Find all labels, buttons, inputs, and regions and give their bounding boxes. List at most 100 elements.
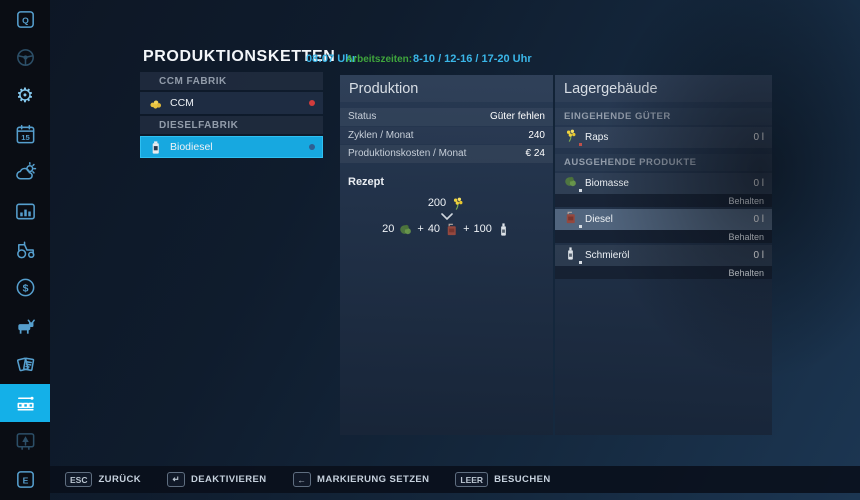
factory-group-header: CCM FABRIK: [140, 72, 323, 90]
production-info-rows: Status Güter fehlen Zyklen / Monat 240 P…: [340, 108, 553, 163]
map-tree-icon: [14, 430, 37, 453]
storage-item-schmieroel: Schmieröl 0 l Behalten: [555, 245, 772, 279]
storage-row[interactable]: Biomasse 0 l: [555, 173, 772, 194]
sidebar-item-weather[interactable]: [0, 154, 50, 192]
factory-label: CCM: [170, 97, 309, 109]
visit-button-label: BESUCHEN: [494, 474, 551, 485]
sidebar-item-finances[interactable]: $: [0, 269, 50, 307]
contracts-icon: [14, 353, 37, 376]
storage-item-amount: 0 l: [753, 214, 764, 225]
production-chains-screen: Q ⚙ 15: [0, 0, 860, 500]
diesel-icon: [444, 222, 459, 237]
corn-icon: [148, 96, 163, 111]
deactivate-button-label: DEAKTIVIEREN: [191, 474, 267, 485]
plus-sign: +: [463, 223, 469, 235]
recipe-label: Rezept: [348, 176, 553, 188]
storage-item-label: Schmieröl: [585, 250, 746, 261]
factory-group-header: DIESELFABRIK: [140, 116, 323, 134]
recipe-input-amount: 40: [428, 223, 440, 235]
factory-row-biodiesel[interactable]: Biodiesel: [140, 136, 323, 158]
sidebar-item-vehicle[interactable]: [0, 38, 50, 76]
alert-dot: [309, 100, 315, 106]
distribution-mode-toggle[interactable]: Behalten: [555, 266, 772, 279]
biodiesel-icon: [148, 140, 163, 155]
sidebar-item-settings[interactable]: ⚙: [0, 77, 50, 115]
storage-item-diesel: Diesel 0 l Behalten: [555, 209, 772, 243]
gear-icon: ⚙: [16, 86, 34, 106]
storage-item-amount: 0 l: [753, 132, 764, 143]
info-label: Zyklen / Monat: [348, 130, 414, 141]
production-panel: Produktion Status Güter fehlen Zyklen / …: [340, 75, 553, 435]
storage-item-label: Diesel: [585, 214, 746, 225]
enter-keycap: ↵: [167, 472, 185, 487]
work-hours-label: Arbeitszeiten:: [346, 54, 412, 65]
space-keycap: LEER: [455, 472, 488, 487]
recipe-input-amount: 100: [474, 223, 492, 235]
storage-item-amount: 0 l: [753, 250, 764, 261]
recipe-inputs: 20 + 40 + 100: [340, 222, 553, 237]
statistics-icon: [14, 200, 37, 223]
storage-panel-title: Lagergebäude: [555, 75, 772, 102]
biomasse-icon: [398, 222, 413, 237]
sidebar-item-production-chains[interactable]: [0, 384, 50, 422]
diesel-icon: [563, 210, 578, 230]
factory-label: Biodiesel: [170, 141, 309, 153]
key-q-icon: Q: [14, 8, 37, 31]
distribution-mode-toggle[interactable]: Behalten: [555, 194, 772, 207]
tab-keycap: ←: [293, 472, 312, 487]
back-button-label: ZURÜCK: [98, 474, 141, 485]
set-marker-button[interactable]: ← MARKIERUNG SETZEN: [293, 472, 430, 487]
storage-row[interactable]: Raps 0 l: [555, 127, 772, 148]
sidebar-item-statistics[interactable]: [0, 192, 50, 230]
key-e-icon: E: [14, 468, 37, 491]
cow-icon: [14, 315, 37, 338]
fill-level-marker: [579, 143, 582, 146]
storage-item-label: Biomasse: [585, 178, 746, 189]
plus-sign: +: [417, 223, 423, 235]
info-value: 240: [528, 130, 545, 141]
chevron-down-icon: [340, 213, 553, 220]
factory-group-label: DIESELFABRIK: [159, 120, 238, 131]
svg-text:15: 15: [21, 133, 30, 142]
distribution-mode-label: Behalten: [728, 196, 764, 206]
visit-button[interactable]: LEER BESUCHEN: [455, 472, 550, 487]
info-row-status: Status Güter fehlen: [340, 108, 553, 126]
section-header-label: EINGEHENDE GÜTER: [564, 111, 671, 122]
factory-group-label: CCM FABRIK: [159, 76, 227, 87]
sidebar-item-action-key[interactable]: E: [0, 461, 50, 499]
sidebar-item-help-key[interactable]: Q: [0, 0, 50, 38]
svg-text:$: $: [22, 283, 28, 295]
sidebar-item-contracts[interactable]: [0, 346, 50, 384]
steering-wheel-icon: [14, 46, 37, 69]
finances-icon: $: [14, 276, 37, 299]
back-button[interactable]: ESC ZURÜCK: [65, 472, 141, 487]
storage-row[interactable]: Schmieröl 0 l: [555, 245, 772, 266]
fill-level-marker: [579, 225, 582, 228]
deactivate-button[interactable]: ↵ DEAKTIVIEREN: [167, 472, 267, 487]
sidebar-item-map[interactable]: [0, 422, 50, 460]
status-dot: [309, 144, 315, 150]
info-value: Güter fehlen: [490, 111, 545, 122]
fill-level-marker: [579, 261, 582, 264]
section-header-label: AUSGEHENDE PRODUKTE: [564, 157, 697, 168]
biomasse-icon: [563, 174, 578, 194]
factory-list: CCM FABRIK CCM DIESELFABRIK Biodiesel: [140, 72, 323, 160]
sidebar-item-garage[interactable]: [0, 230, 50, 268]
sidebar-item-calendar[interactable]: 15: [0, 115, 50, 153]
production-chains-icon: [14, 392, 37, 415]
factory-row-ccm[interactable]: CCM: [140, 92, 323, 114]
info-label: Status: [348, 111, 376, 122]
recipe-output-amount: 200: [428, 197, 446, 209]
esc-keycap: ESC: [65, 472, 92, 487]
storage-item-raps: Raps 0 l: [555, 127, 772, 148]
footer-button-bar: ESC ZURÜCK ↵ DEAKTIVIEREN ← MARKIERUNG S…: [50, 466, 860, 493]
distribution-mode-label: Behalten: [728, 268, 764, 278]
info-value: € 24: [526, 148, 545, 159]
sidebar-item-animals[interactable]: [0, 307, 50, 345]
storage-row-highlighted[interactable]: Diesel 0 l: [555, 209, 772, 230]
storage-panel: Lagergebäude EINGEHENDE GÜTER Raps 0 l: [555, 75, 772, 435]
svg-text:E: E: [22, 476, 28, 486]
schmieroel-icon: [496, 222, 511, 237]
incoming-goods-header: EINGEHENDE GÜTER: [555, 108, 772, 125]
distribution-mode-toggle[interactable]: Behalten: [555, 230, 772, 243]
